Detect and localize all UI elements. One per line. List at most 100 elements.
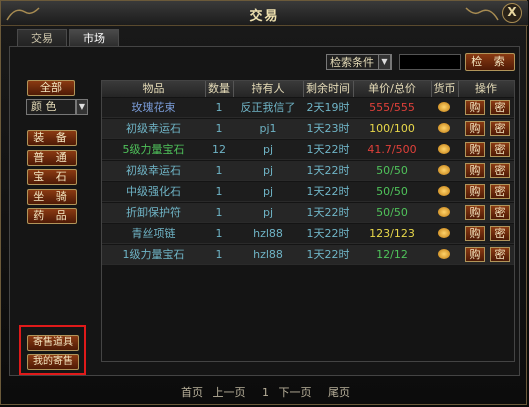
header-time: 剩余时间 bbox=[303, 81, 354, 97]
item-owner: hzl88 bbox=[253, 227, 283, 240]
item-name: 初级幸运石 bbox=[126, 164, 181, 177]
item-name: 折卸保护符 bbox=[126, 206, 181, 219]
item-name: 玫瑰花束 bbox=[131, 101, 176, 114]
current-page: 1 bbox=[262, 386, 269, 399]
close-button[interactable]: X bbox=[502, 3, 522, 23]
table-row[interactable]: 1级力量宝石 1 hzl88 1天22时 12/12 购密 bbox=[102, 245, 514, 265]
table-row[interactable]: 初级幸运石 1 pj1 1天23时 100/100 购密 bbox=[102, 119, 514, 139]
item-price: 100/100 bbox=[369, 122, 415, 135]
buy-button[interactable]: 购 bbox=[465, 184, 485, 199]
chevron-down-icon[interactable]: ▼ bbox=[76, 99, 88, 115]
item-time: 1天22时 bbox=[306, 206, 350, 219]
item-qty: 1 bbox=[215, 227, 223, 240]
title-bar: 交易 X bbox=[1, 1, 528, 26]
item-owner: pj bbox=[262, 185, 274, 198]
whisper-button[interactable]: 密 bbox=[490, 205, 510, 220]
category-gem-button[interactable]: 宝 石 bbox=[27, 169, 77, 185]
item-time: 2天19时 bbox=[306, 101, 350, 114]
gold-coin-icon bbox=[438, 207, 450, 217]
category-mount-button[interactable]: 坐 骑 bbox=[27, 189, 77, 205]
item-qty: 1 bbox=[215, 164, 223, 177]
item-name: 5级力量宝石 bbox=[122, 143, 185, 156]
buy-button[interactable]: 购 bbox=[465, 226, 485, 241]
item-time: 1天22时 bbox=[306, 248, 350, 261]
window-title: 交易 bbox=[249, 9, 280, 24]
header-owner: 持有人 bbox=[233, 81, 304, 97]
buy-button[interactable]: 购 bbox=[465, 100, 485, 115]
category-normal-button[interactable]: 普 通 bbox=[27, 150, 77, 166]
whisper-button[interactable]: 密 bbox=[490, 142, 510, 157]
header-item: 物品 bbox=[102, 81, 206, 97]
item-qty: 1 bbox=[215, 248, 223, 261]
item-name: 1级力量宝石 bbox=[122, 248, 185, 261]
item-name: 青丝项链 bbox=[131, 227, 176, 240]
first-page-link[interactable]: 首页 bbox=[181, 386, 203, 399]
market-table: 物品 数量 持有人 剩余时间 单价/总价 货币 操作 玫瑰花束 1 反正我信了 2天1… bbox=[101, 80, 515, 362]
category-all-button[interactable]: 全部 bbox=[27, 80, 75, 96]
table-row[interactable]: 5级力量宝石 12 pj 1天22时 41.7/500 购密 bbox=[102, 140, 514, 160]
item-qty: 1 bbox=[215, 101, 223, 114]
gold-coin-icon bbox=[438, 186, 450, 196]
item-owner: pj bbox=[262, 143, 274, 156]
search-input[interactable] bbox=[399, 54, 461, 70]
item-name: 中级强化石 bbox=[126, 185, 181, 198]
whisper-button[interactable]: 密 bbox=[490, 247, 510, 262]
item-owner: pj1 bbox=[259, 122, 277, 135]
item-name: 初级幸运石 bbox=[126, 122, 181, 135]
next-page-link[interactable]: 下一页 bbox=[279, 386, 312, 399]
item-time: 1天22时 bbox=[306, 164, 350, 177]
gold-coin-icon bbox=[438, 102, 450, 112]
table-row[interactable]: 青丝项链 1 hzl88 1天22时 123/123 购密 bbox=[102, 224, 514, 244]
color-filter-select[interactable]: 颜 色 bbox=[26, 99, 76, 115]
item-owner: pj bbox=[262, 164, 274, 177]
header-price: 单价/总价 bbox=[353, 81, 432, 97]
buy-button[interactable]: 购 bbox=[465, 163, 485, 178]
category-potion-button[interactable]: 药 品 bbox=[27, 208, 77, 224]
ornament-right-icon bbox=[465, 7, 499, 21]
item-price: 50/50 bbox=[376, 185, 408, 198]
item-time: 1天22时 bbox=[306, 185, 350, 198]
item-price: 555/555 bbox=[369, 101, 415, 114]
gold-coin-icon bbox=[438, 165, 450, 175]
gold-coin-icon bbox=[438, 123, 450, 133]
whisper-button[interactable]: 密 bbox=[490, 121, 510, 136]
whisper-button[interactable]: 密 bbox=[490, 184, 510, 199]
header-action: 操作 bbox=[475, 82, 497, 95]
item-price: 123/123 bbox=[369, 227, 415, 240]
item-time: 1天23时 bbox=[306, 122, 350, 135]
item-price: 41.7/500 bbox=[367, 143, 417, 156]
item-owner: pj bbox=[262, 206, 274, 219]
prev-page-link[interactable]: 上一页 bbox=[213, 386, 246, 399]
item-price: 50/50 bbox=[376, 206, 408, 219]
search-button[interactable]: 检 索 bbox=[465, 53, 515, 71]
item-qty: 12 bbox=[212, 143, 226, 156]
gold-coin-icon bbox=[438, 249, 450, 259]
whisper-button[interactable]: 密 bbox=[490, 226, 510, 241]
gold-coin-icon bbox=[438, 228, 450, 238]
buy-button[interactable]: 购 bbox=[465, 121, 485, 136]
table-row[interactable]: 玫瑰花束 1 反正我信了 2天19时 555/555 购密 bbox=[102, 98, 514, 118]
table-row[interactable]: 中级强化石 1 pj 1天22时 50/50 购密 bbox=[102, 182, 514, 202]
item-qty: 1 bbox=[215, 206, 223, 219]
category-equipment-button[interactable]: 装 备 bbox=[27, 130, 77, 146]
buy-button[interactable]: 购 bbox=[465, 247, 485, 262]
consign-item-button[interactable]: 寄售道具 bbox=[27, 335, 79, 351]
gold-coin-icon bbox=[438, 144, 450, 154]
trade-window: 交易 X 交易 市场 检索条件 ▼ 检 索 全部 颜 色 ▼ 装 备 普 通 宝… bbox=[0, 0, 529, 405]
item-price: 12/12 bbox=[376, 248, 408, 261]
whisper-button[interactable]: 密 bbox=[490, 163, 510, 178]
header-qty: 数量 bbox=[205, 81, 234, 97]
my-consign-button[interactable]: 我的寄售 bbox=[27, 354, 79, 370]
chevron-down-icon[interactable]: ▼ bbox=[378, 54, 391, 70]
pagination: 首页 上一页 1 下一页 尾页 bbox=[1, 384, 529, 400]
item-time: 1天22时 bbox=[306, 227, 350, 240]
buy-button[interactable]: 购 bbox=[465, 205, 485, 220]
table-row[interactable]: 初级幸运石 1 pj 1天22时 50/50 购密 bbox=[102, 161, 514, 181]
table-header: 物品 数量 持有人 剩余时间 单价/总价 货币 操作 bbox=[102, 81, 514, 97]
whisper-button[interactable]: 密 bbox=[490, 100, 510, 115]
buy-button[interactable]: 购 bbox=[465, 142, 485, 157]
last-page-link[interactable]: 尾页 bbox=[328, 386, 350, 399]
item-owner: 反正我信了 bbox=[240, 101, 296, 114]
table-row[interactable]: 折卸保护符 1 pj 1天22时 50/50 购密 bbox=[102, 203, 514, 223]
tab-trade[interactable]: 交易 bbox=[17, 29, 67, 47]
